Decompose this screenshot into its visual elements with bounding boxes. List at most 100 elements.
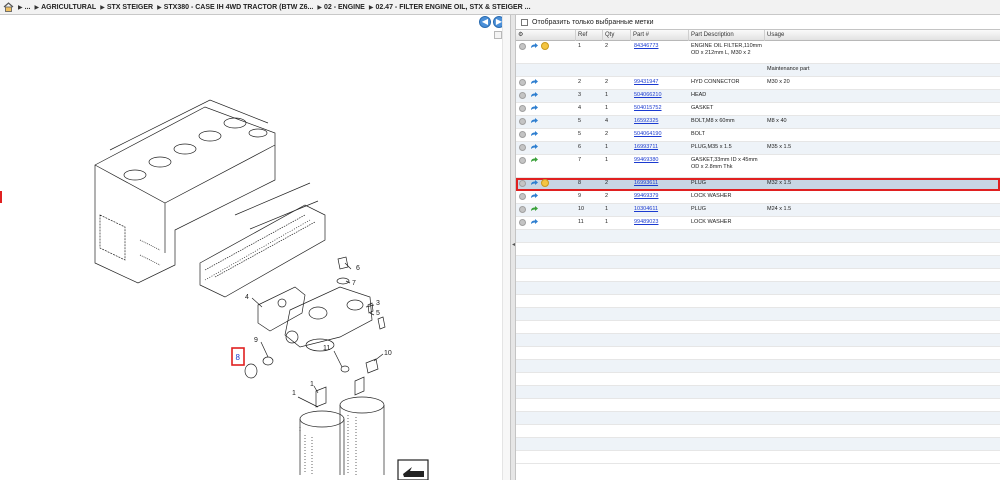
add-to-cart-icon[interactable] [519, 219, 526, 226]
cell-usage: M8 x 40 [767, 118, 787, 124]
add-to-cart-icon[interactable] [519, 79, 526, 86]
callout-8-selected[interactable]: 8 [231, 347, 245, 366]
header-part[interactable]: Part # [630, 30, 688, 41]
cell-part-number[interactable]: 504064190 [634, 131, 662, 138]
blue-arrow-icon[interactable] [530, 193, 538, 200]
cell-part-number[interactable]: 504015752 [634, 105, 662, 112]
cell-part-number[interactable]: 504066210 [634, 92, 662, 99]
show-selected-label: Отобразить только выбранные метки [532, 18, 654, 26]
cell-part-number[interactable]: 99489023 [634, 219, 658, 226]
table-row[interactable]: 9 2 99469379 LOCK WASHER [516, 191, 1000, 204]
callout-7: 7 [352, 280, 356, 287]
cell-qty: 2 [605, 131, 609, 137]
green-arrow-icon[interactable] [530, 157, 538, 164]
callout-5: 5 [376, 310, 380, 317]
diagram-scrollbar[interactable] [502, 15, 510, 480]
table-row-selected[interactable]: 8 2 16993611 PLUG M32 x 1.5 [516, 178, 1000, 191]
table-row[interactable]: 5 4 16592325 BOLT,M8 x 60mm M8 x 40 [516, 116, 1000, 129]
chevron-right-icon: ▶ [34, 4, 40, 11]
table-row[interactable]: 1 2 84346773 ENGINE OIL FILTER,110mm OD x 21… [516, 41, 1000, 64]
table-row[interactable]: Maintenance part [516, 64, 1000, 77]
cell-description: BOLT,M8 x 60mm [691, 118, 735, 124]
table-row[interactable]: 7 1 99469380 GASKET,33mm ID x 45mm OD x 2.8m… [516, 155, 1000, 178]
blue-arrow-icon[interactable] [530, 105, 538, 112]
chevron-right-icon: ▶ [18, 4, 23, 11]
cell-part-number[interactable]: 16592325 [634, 118, 658, 125]
blue-arrow-icon[interactable] [530, 219, 538, 226]
info-bulb-icon[interactable] [541, 42, 549, 50]
blue-arrow-icon[interactable] [530, 79, 538, 86]
add-to-cart-icon[interactable] [519, 43, 526, 50]
empty-row [516, 347, 1000, 360]
chevron-right-icon: ▶ [157, 4, 162, 11]
add-to-cart-icon[interactable] [519, 92, 526, 99]
header-ref[interactable]: Ref [575, 30, 602, 41]
cell-part-number[interactable]: 84346773 [634, 43, 658, 50]
add-to-cart-icon[interactable] [519, 105, 526, 112]
empty-row [516, 373, 1000, 386]
green-arrow-icon[interactable] [530, 206, 538, 213]
table-row[interactable]: 11 1 99489023 LOCK WASHER [516, 217, 1000, 230]
settings-icon[interactable]: ⚙ [516, 30, 529, 41]
callout-1a: 1 [292, 390, 296, 397]
empty-row [516, 451, 1000, 464]
empty-row [516, 438, 1000, 451]
diagram-pane: ◀ ▶ 6 7 3 5 4 9 11 10 1 1 8 [0, 15, 510, 480]
cell-part-number[interactable]: 10304611 [634, 206, 658, 213]
parts-pane: Отобразить только выбранные метки ⚙ Ref … [516, 15, 1000, 480]
filter-head [284, 286, 373, 352]
blue-arrow-icon[interactable] [530, 144, 538, 151]
header-qty[interactable]: Qty [602, 30, 630, 41]
info-bulb-icon[interactable] [541, 179, 549, 187]
header-description[interactable]: Part Description [688, 30, 764, 41]
cell-qty: 1 [605, 92, 609, 98]
cell-ref: 8 [578, 180, 582, 186]
blue-arrow-icon[interactable] [530, 43, 538, 50]
add-to-cart-icon[interactable] [519, 131, 526, 138]
cell-ref: 5 [578, 131, 582, 137]
cell-part-number[interactable]: 16993611 [634, 180, 658, 187]
cell-description: HYD CONNECTOR [691, 79, 740, 85]
breadcrumb-item-model[interactable]: STX380 - CASE IH 4WD TRACTOR (BTW Z6... [164, 4, 314, 11]
breadcrumb: ▶ ... ▶ AGRICULTURAL ▶ STX STEIGER ▶ STX… [0, 0, 1000, 15]
add-to-cart-icon[interactable] [519, 193, 526, 200]
table-row[interactable]: 4 1 504015752 GASKET [516, 103, 1000, 116]
header-usage[interactable]: Usage [764, 30, 1000, 41]
cell-description: PLUG [691, 180, 706, 186]
add-to-cart-icon[interactable] [519, 118, 526, 125]
show-selected-checkbox[interactable] [521, 18, 528, 26]
cell-part-number[interactable]: 16993711 [634, 144, 658, 151]
add-to-cart-icon[interactable] [519, 180, 526, 187]
cell-ref: 3 [578, 92, 582, 98]
cell-part-number[interactable]: 99469380 [634, 157, 658, 164]
blue-arrow-icon[interactable] [530, 118, 538, 125]
table-row[interactable]: 5 2 504064190 BOLT [516, 129, 1000, 142]
cell-ref: 4 [578, 105, 582, 111]
table-row[interactable]: 2 2 99431947 HYD CONNECTOR M30 x 20 [516, 77, 1000, 90]
add-to-cart-icon[interactable] [519, 144, 526, 151]
add-to-cart-icon[interactable] [519, 157, 526, 164]
breadcrumb-item-agricultural[interactable]: AGRICULTURAL [41, 4, 96, 11]
breadcrumb-item-stx-steiger[interactable]: STX STEIGER [107, 4, 153, 11]
breadcrumb-item-oil-filter: 02.47 - FILTER ENGINE OIL, STX & STEIGER… [375, 3, 531, 11]
table-row[interactable]: 10 1 10304611 PLUG M24 x 1.5 [516, 204, 1000, 217]
blue-arrow-icon[interactable] [530, 131, 538, 138]
cell-part-number[interactable]: 99469379 [634, 193, 658, 200]
blue-arrow-icon[interactable] [530, 180, 538, 187]
cell-usage: M35 x 1.5 [767, 144, 792, 150]
breadcrumb-item-root[interactable]: ... [25, 4, 31, 11]
cell-ref: 5 [578, 118, 582, 124]
cell-qty: 1 [605, 206, 609, 212]
cell-description: GASKET [691, 105, 714, 111]
table-row[interactable]: 3 1 504066210 HEAD [516, 90, 1000, 103]
cell-part-number[interactable]: 99431947 [634, 79, 658, 86]
callout-10: 10 [384, 350, 392, 357]
add-to-cart-icon[interactable] [519, 206, 526, 213]
return-to-list-icon[interactable] [397, 459, 429, 480]
blue-arrow-icon[interactable] [530, 92, 538, 99]
empty-row [516, 386, 1000, 399]
cell-description: LOCK WASHER [691, 219, 732, 225]
breadcrumb-item-engine[interactable]: 02 - ENGINE [324, 4, 365, 11]
table-row[interactable]: 6 1 16993711 PLUG,M35 x 1.5 M35 x 1.5 [516, 142, 1000, 155]
home-icon[interactable] [3, 2, 14, 12]
